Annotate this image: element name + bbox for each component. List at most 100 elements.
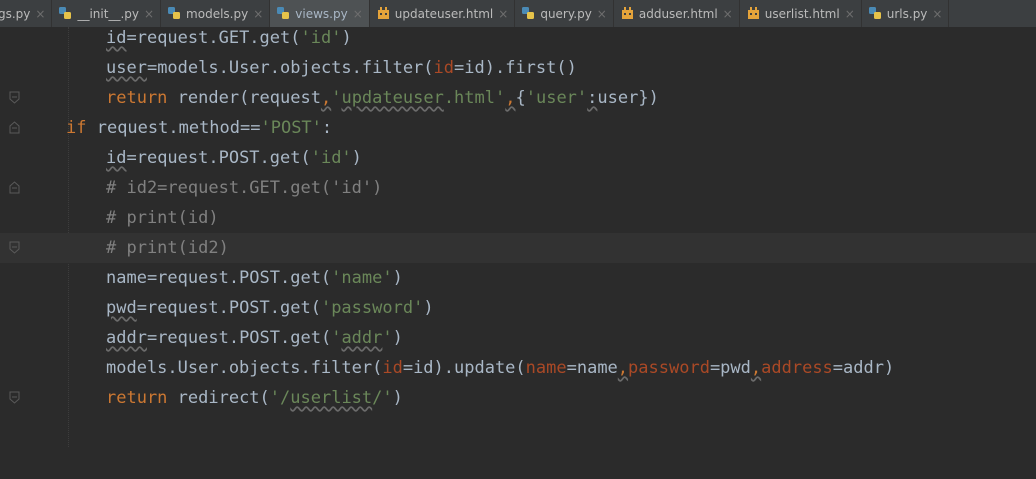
tab-close-icon[interactable]: ×	[353, 8, 363, 20]
tab-label: updateuser.html	[394, 6, 494, 21]
fold-start-icon[interactable]	[8, 181, 21, 194]
code-token: ,	[505, 88, 516, 108]
code-token: /'	[372, 388, 393, 408]
code-line[interactable]: id=request.GET.get('id')	[0, 27, 1036, 53]
code-token: models.User.objects.filter(	[106, 358, 383, 378]
code-token: {	[515, 88, 526, 108]
code-token: =id).first()	[454, 58, 577, 78]
code-token: 'id'	[300, 28, 342, 48]
code-token: return	[106, 388, 168, 408]
tab-label: adduser.html	[638, 6, 718, 21]
code-token: 'POST'	[260, 118, 322, 138]
code-token: =id).update(	[402, 358, 526, 378]
code-token: address	[761, 358, 833, 378]
code-token: 'name'	[331, 268, 393, 288]
code-token: =models.User.objects.filter(	[146, 58, 434, 78]
tab-urls-py[interactable]: urls.py ×	[862, 0, 950, 27]
python-file-icon	[277, 7, 290, 19]
tab-label: gs.py	[0, 6, 31, 21]
code-token: ,	[750, 358, 762, 378]
code-token: :	[321, 118, 333, 138]
code-token: 'user'	[525, 88, 588, 108]
code-token: userlist	[290, 388, 373, 408]
code-token: '	[382, 328, 393, 348]
code-line[interactable]: pwd=request.POST.get('password')	[0, 293, 1036, 323]
code-token: name=request.POST.get(	[106, 268, 332, 288]
tab-gs-py[interactable]: gs.py ×	[0, 0, 53, 27]
tab-label: __init__.py	[77, 6, 139, 21]
fold-end-icon[interactable]	[8, 241, 21, 254]
code-token: )	[392, 268, 403, 288]
tab-close-icon[interactable]: ×	[597, 8, 607, 20]
code-token: )	[392, 388, 403, 408]
tab-close-icon[interactable]: ×	[932, 8, 942, 20]
tab-init-py[interactable]: __init__.py ×	[52, 0, 162, 27]
tab-close-icon[interactable]: ×	[253, 8, 263, 20]
code-line[interactable]: # id2=request.GET.get('id')	[0, 173, 1036, 203]
code-line[interactable]: # print(id)	[0, 203, 1036, 233]
code-token: =name	[566, 358, 618, 378]
tab-label: query.py	[540, 6, 592, 21]
tab-close-icon[interactable]: ×	[723, 8, 733, 20]
code-token: id	[106, 28, 127, 48]
code-token: render(request	[167, 88, 321, 108]
code-line[interactable]: return redirect('/userlist/')	[0, 383, 1036, 413]
code-line[interactable]: name=request.POST.get('name')	[0, 263, 1036, 293]
code-token: id	[382, 358, 403, 378]
code-comment: # id2=request.GET.get('id')	[106, 178, 383, 198]
code-token: ,	[320, 88, 332, 108]
current-code-line[interactable]: # print(id2)	[0, 233, 1036, 263]
tab-close-icon[interactable]: ×	[498, 8, 508, 20]
code-token: =request.GET.get(	[126, 28, 301, 48]
tab-updateuser-html[interactable]: updateuser.html ×	[370, 0, 516, 27]
tab-close-icon[interactable]: ×	[845, 8, 855, 20]
tab-label: urls.py	[886, 6, 928, 21]
code-token: 'id'	[310, 148, 352, 168]
python-file-icon	[522, 7, 535, 19]
code-token: )	[423, 298, 434, 318]
tab-query-py[interactable]: query.py ×	[515, 0, 614, 27]
code-token: addr	[106, 328, 147, 348]
tab-label: userlist.html	[764, 6, 840, 21]
code-token: )	[341, 28, 352, 48]
code-token: user})	[597, 88, 659, 108]
code-line[interactable]: user=models.User.objects.filter(id=id).f…	[0, 53, 1036, 83]
code-line[interactable]: if request.method=='POST':	[0, 113, 1036, 143]
code-comment: # print(id2)	[106, 238, 229, 258]
code-line[interactable]: return render(request,'updateuser.html',…	[0, 83, 1036, 113]
fold-start-icon[interactable]	[8, 121, 21, 134]
code-token: =pwd	[709, 358, 751, 378]
html-file-icon	[747, 7, 759, 19]
code-token: '/	[269, 388, 291, 408]
code-editor[interactable]: id=request.GET.get('id') user=models.Use…	[0, 27, 1036, 479]
tab-models-py[interactable]: models.py ×	[161, 0, 271, 27]
html-file-icon	[377, 7, 389, 19]
code-token: =request.POST.get(	[126, 148, 311, 168]
code-line[interactable]: addr=request.POST.get('addr')	[0, 323, 1036, 353]
python-file-icon	[868, 7, 881, 19]
code-token: if	[66, 118, 87, 138]
tab-userlist-html[interactable]: userlist.html ×	[740, 0, 862, 27]
code-token: =request.POST.get(	[146, 328, 332, 348]
code-token: name	[525, 358, 567, 378]
editor-tab-bar: gs.py × __init__.py × models.py × views.…	[0, 0, 1036, 28]
code-token: request.method==	[86, 118, 261, 138]
code-token: '	[331, 328, 342, 348]
code-line[interactable]: id=request.POST.get('id')	[0, 143, 1036, 173]
code-token: password	[628, 358, 710, 378]
code-token: )	[351, 148, 362, 168]
fold-end-icon[interactable]	[8, 391, 21, 404]
code-token: =request.POST.get(	[136, 298, 321, 318]
tab-views-py[interactable]: views.py ×	[270, 0, 370, 27]
code-token: .html'	[443, 88, 506, 108]
tab-close-icon[interactable]: ×	[35, 8, 45, 20]
code-token: id	[433, 58, 455, 78]
code-token: user	[106, 58, 147, 78]
code-comment: # print(id)	[106, 208, 219, 228]
code-token: :	[587, 88, 598, 108]
code-line[interactable]: models.User.objects.filter(id=id).update…	[0, 353, 1036, 383]
fold-end-icon[interactable]	[8, 91, 21, 104]
tab-adduser-html[interactable]: adduser.html ×	[614, 0, 740, 27]
tab-close-icon[interactable]: ×	[144, 8, 154, 20]
code-token: '	[331, 88, 342, 108]
